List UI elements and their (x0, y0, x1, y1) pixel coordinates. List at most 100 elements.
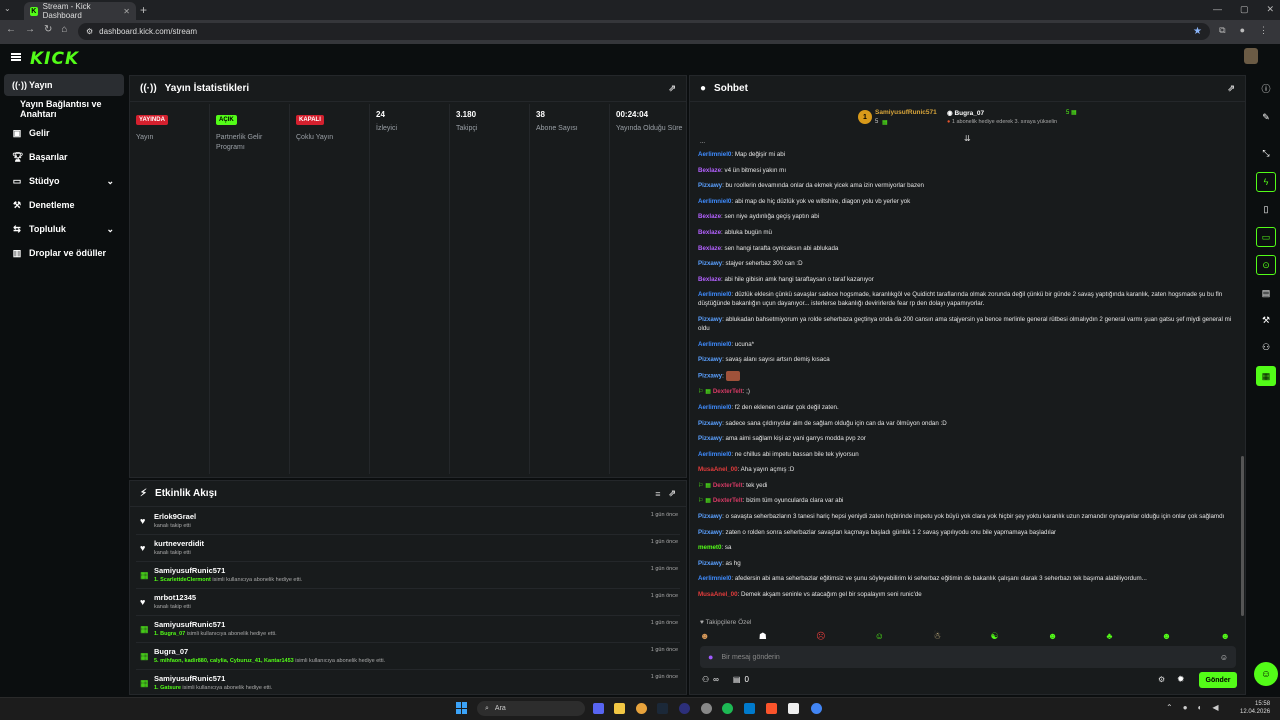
sidebar-item-studyo[interactable]: ▭ Stüdyo ⌄ (4, 170, 124, 192)
chat-username[interactable]: memet0 (698, 544, 721, 551)
user-avatar[interactable] (1244, 48, 1258, 64)
emote-icon[interactable]: ☗ (759, 631, 767, 643)
taskbar-clock[interactable]: 15:58 12.04.2026 (1240, 700, 1270, 716)
activity-user[interactable]: SamiyusufRunic571 (154, 620, 225, 629)
chat-username[interactable]: Bexlaze (698, 213, 721, 220)
extensions-icon[interactable]: ⧉ (1219, 25, 1225, 36)
chat-username[interactable]: Bexlaze (698, 229, 721, 236)
sidebar-item-droplar[interactable]: ▥ Droplar ve ödüller (4, 242, 124, 264)
reload-icon[interactable]: ↻ (44, 24, 52, 35)
chat-username[interactable]: Aerlimniel0 (698, 575, 731, 582)
document-icon[interactable]: ▯ (1256, 199, 1276, 219)
broadcast-icon[interactable]: ⊙ (1256, 255, 1276, 275)
chat-username[interactable]: MusaAnel_00 (698, 466, 738, 473)
send-button[interactable]: Gönder (1199, 672, 1237, 688)
users-icon[interactable]: ⚇ (1256, 337, 1276, 357)
emote-icon[interactable]: ☃ (933, 631, 941, 643)
bookmark-star-icon[interactable]: ★ (1193, 26, 1202, 37)
popout-icon[interactable]: ⇗ (668, 83, 676, 94)
chat-username[interactable]: DexterTelt (713, 482, 743, 489)
chat-scrollbar[interactable] (1241, 456, 1244, 616)
volume-icon[interactable]: ◀ (1212, 703, 1218, 712)
chat-username[interactable]: Aerlimniel0 (698, 451, 731, 458)
mic-icon[interactable]: ● (1183, 703, 1188, 712)
site-info-icon[interactable]: ⚙ (86, 27, 93, 36)
chat-username[interactable]: Aerlimniel0 (698, 291, 731, 298)
minimize-icon[interactable]: — (1213, 4, 1222, 15)
chat-username[interactable]: MusaAnel_00 (698, 591, 738, 598)
sidebar-item-yayin[interactable]: ((·)) Yayın (4, 74, 124, 96)
chat-username[interactable]: Pizxawy (698, 316, 722, 323)
notion-icon[interactable] (788, 703, 799, 714)
chat-username[interactable]: Pizxawy (698, 435, 722, 442)
pin-collapse-icon[interactable]: ⇊ (964, 134, 971, 143)
maximize-icon[interactable]: ▢ (1240, 4, 1249, 15)
back-icon[interactable]: ← (6, 24, 16, 35)
chrome-icon[interactable] (636, 703, 647, 714)
emote-icon[interactable]: ☻ (1220, 631, 1229, 643)
chat-username[interactable]: Pizxawy (698, 356, 722, 363)
discord-icon[interactable] (593, 703, 604, 714)
vscode-icon[interactable] (744, 703, 755, 714)
chat-username[interactable]: Bexlaze (698, 245, 721, 252)
chat-username[interactable]: Aerlimniel0 (698, 404, 731, 411)
sidebar-item-denetleme[interactable]: ⚒ Denetleme (4, 194, 124, 216)
emote-icon[interactable]: ☻ (1048, 631, 1057, 643)
activity-user[interactable]: SamiyusufRunic571 (154, 566, 225, 575)
close-window-icon[interactable]: ✕ (1266, 4, 1274, 15)
app-icon[interactable] (701, 703, 712, 714)
emote-icon[interactable]: ☻ (700, 631, 709, 643)
url-bar[interactable]: ⚙ dashboard.kick.com/stream ★ (78, 23, 1210, 40)
chat-username[interactable]: Pizxawy (698, 529, 722, 536)
emote-icon[interactable]: ☻ (1162, 631, 1171, 643)
windows-start-icon[interactable] (456, 702, 468, 714)
popout-icon[interactable]: ⇗ (1227, 83, 1235, 94)
settings-icon[interactable]: ⚙ (1158, 675, 1165, 684)
filter-icon[interactable]: ≡ (655, 489, 660, 499)
menu-icon[interactable]: ⋮ (1259, 25, 1268, 36)
chat-username[interactable]: Pizxawy (698, 513, 722, 520)
steam-icon[interactable] (657, 703, 668, 714)
profile-icon[interactable]: ● (1240, 25, 1245, 36)
chat-username[interactable]: DexterTelt (713, 497, 743, 504)
tab-list-icon[interactable]: ⌄ (4, 4, 18, 16)
sidebar-item-topluluk[interactable]: ⇆ Topluluk ⌄ (4, 218, 124, 240)
emote-icon[interactable]: ☹ (816, 631, 825, 643)
chat-username[interactable]: DexterTelt (713, 388, 743, 395)
taskbar-search[interactable]: ⌕ Ara (477, 701, 585, 716)
new-tab-icon[interactable]: + (140, 4, 152, 16)
chat-username[interactable]: Bexlaze (698, 167, 721, 174)
leader-user-1[interactable]: SamiyusufRunic571 (875, 109, 937, 116)
spotify-icon[interactable] (722, 703, 733, 714)
chat-username[interactable]: Bexlaze (698, 276, 721, 283)
chat-username[interactable]: Pizxawy (698, 420, 722, 427)
help-chat-icon[interactable]: ☺ (1254, 662, 1278, 686)
info-icon[interactable]: ⓘ (1256, 78, 1276, 98)
browser-tab[interactable]: K Stream - Kick Dashboard ✕ (24, 2, 136, 20)
activity-user[interactable]: mrbot12345 (154, 593, 196, 602)
activity-user[interactable]: SamiyusufRunic571 (154, 674, 225, 683)
chat-icon[interactable]: ▭ (1256, 227, 1276, 247)
emote-icon[interactable]: ☺ (875, 631, 884, 643)
chevron-up-icon[interactable]: ⌃ (1166, 703, 1173, 712)
gift-icon[interactable]: ▦ (1256, 366, 1276, 386)
chat-input[interactable]: ● Bir mesaj gönderin ☺ (700, 646, 1236, 668)
file-explorer-icon[interactable] (614, 703, 625, 714)
home-icon[interactable]: ⌂ (61, 24, 67, 35)
chat-username[interactable]: Aerlimniel0 (698, 198, 731, 205)
chrome-icon[interactable] (811, 703, 822, 714)
app-icon[interactable] (679, 703, 690, 714)
expand-icon[interactable]: ⤡ (1256, 143, 1276, 163)
activity-user[interactable]: Bugra_07 (154, 647, 188, 656)
forward-icon[interactable]: → (25, 24, 35, 35)
chat-username[interactable]: Pizxawy (698, 372, 722, 379)
sidebar-item-stream-key[interactable]: Yayın Bağlantısı ve Anahtarı (4, 98, 124, 120)
sidebar-item-basarilar[interactable]: 🏆︎ Başarılar (4, 146, 124, 168)
close-tab-icon[interactable]: ✕ (123, 7, 130, 16)
chat-username[interactable]: Aerlimniel0 (698, 151, 731, 158)
pencil-icon[interactable]: ✎ (1256, 107, 1276, 127)
microphone-icon[interactable]: ● (708, 652, 713, 662)
network-icon[interactable]: ◐ (1198, 703, 1203, 712)
emote-icon[interactable]: ♣ (1107, 631, 1113, 643)
hamburger-menu-icon[interactable] (11, 53, 21, 61)
